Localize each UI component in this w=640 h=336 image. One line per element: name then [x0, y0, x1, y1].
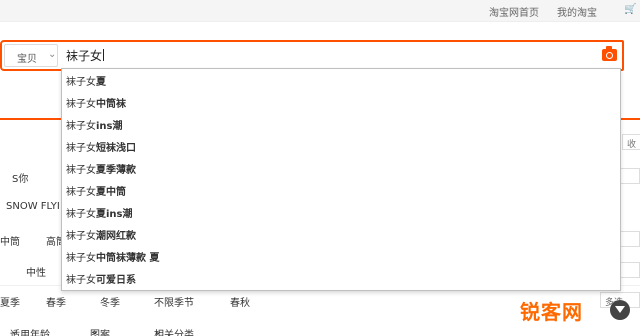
suggestion-item[interactable]: 袜子女夏ins潮 [66, 205, 616, 225]
search-bar: 宝贝 ⌄ 袜子女 [0, 40, 640, 71]
suggestion-item[interactable]: 袜子女中筒袜 [66, 95, 616, 115]
cart-icon[interactable]: 🛒 [624, 4, 636, 15]
suggestion-item[interactable]: 袜子女潮网红款 [66, 227, 616, 247]
search-input[interactable]: 袜子女 [66, 47, 105, 64]
suggestion-suffix: 中筒袜 [96, 99, 126, 110]
more-filter-pattern[interactable]: 图案 ⌄ [90, 326, 110, 336]
suggestion-item[interactable]: 袜子女ins潮 [66, 117, 616, 137]
season-option[interactable]: 夏季 [0, 294, 20, 309]
chevron-down-icon [610, 300, 630, 320]
suggestion-prefix: 袜子女 [66, 253, 96, 264]
suggestion-item[interactable]: 袜子女中筒袜薄款 夏 [66, 249, 616, 269]
suggestion-suffix: 夏中筒 [96, 187, 126, 198]
search-query: 袜子女 [66, 49, 103, 63]
suggestion-suffix: ins潮 [96, 121, 123, 132]
more-filter-age[interactable]: 适用年龄 ⌄ [10, 326, 50, 336]
suggestion-suffix: 夏ins潮 [96, 209, 133, 220]
suggestion-prefix: 袜子女 [66, 275, 96, 286]
suggestion-suffix: 短袜浅口 [96, 143, 136, 154]
suggestion-prefix: 袜子女 [66, 99, 96, 110]
suggestion-item[interactable]: 袜子女夏 [66, 73, 616, 93]
suggestion-item[interactable]: 袜子女夏中筒 [66, 183, 616, 203]
search-suggestions-dropdown: 袜子女夏 袜子女中筒袜 袜子女ins潮 袜子女短袜浅口 袜子女夏季薄款 袜子女夏… [61, 68, 621, 291]
suggestion-suffix: 夏季薄款 [96, 165, 136, 176]
text-cursor [103, 49, 105, 61]
more-filter-label: 图案 [90, 330, 110, 336]
search-category-select[interactable]: 宝贝 ⌄ [4, 44, 58, 67]
suggestion-suffix: 潮网红款 [96, 231, 136, 242]
suggestion-prefix: 袜子女 [66, 209, 96, 220]
search-category-label: 宝贝 [17, 54, 37, 65]
season-option[interactable]: 冬季 [100, 294, 120, 309]
suggestion-prefix: 袜子女 [66, 77, 96, 88]
suggestion-suffix: 夏 [96, 77, 106, 88]
gender-option[interactable]: 中性 [26, 264, 46, 279]
more-filter-category[interactable]: 相关分类 ⌄ [154, 326, 194, 336]
suggestion-prefix: 袜子女 [66, 143, 96, 154]
suggestion-prefix: 袜子女 [66, 231, 96, 242]
watermark-text: 锐客网 [520, 300, 583, 324]
search-box: 宝贝 ⌄ 袜子女 [0, 40, 624, 71]
brand-option[interactable]: SNOW FLYI [6, 201, 60, 212]
my-taobao-link[interactable]: 我的淘宝 [557, 4, 597, 19]
season-option[interactable]: 春季 [46, 294, 66, 309]
collect-button[interactable]: 收 [622, 134, 640, 150]
season-option[interactable]: 不限季节 [154, 294, 194, 309]
taobao-home-link[interactable]: 淘宝网首页 [489, 4, 539, 19]
suggestion-prefix: 袜子女 [66, 187, 96, 198]
more-filter-label: 相关分类 [154, 330, 194, 336]
suggestion-prefix: 袜子女 [66, 121, 96, 132]
suggestion-item[interactable]: 袜子女可爱日系 [66, 271, 616, 291]
suggestion-suffix: 可爱日系 [96, 275, 136, 286]
suggestion-suffix: 中筒袜薄款 夏 [96, 253, 160, 264]
season-option[interactable]: 春秋 [230, 294, 250, 309]
suggestion-prefix: 袜子女 [66, 165, 96, 176]
chevron-down-icon: ⌄ [48, 49, 57, 60]
watermark: 锐客网 [514, 296, 634, 326]
more-filter-label: 适用年龄 [10, 330, 50, 336]
top-nav-bar: 淘宝网首页 我的淘宝 🛒 [0, 0, 640, 22]
suggestion-item[interactable]: 袜子女夏季薄款 [66, 161, 616, 181]
camera-icon[interactable] [602, 46, 617, 61]
brand-option[interactable]: S你 [12, 170, 28, 185]
tube-option[interactable]: 中筒 [0, 233, 20, 248]
suggestion-item[interactable]: 袜子女短袜浅口 [66, 139, 616, 159]
